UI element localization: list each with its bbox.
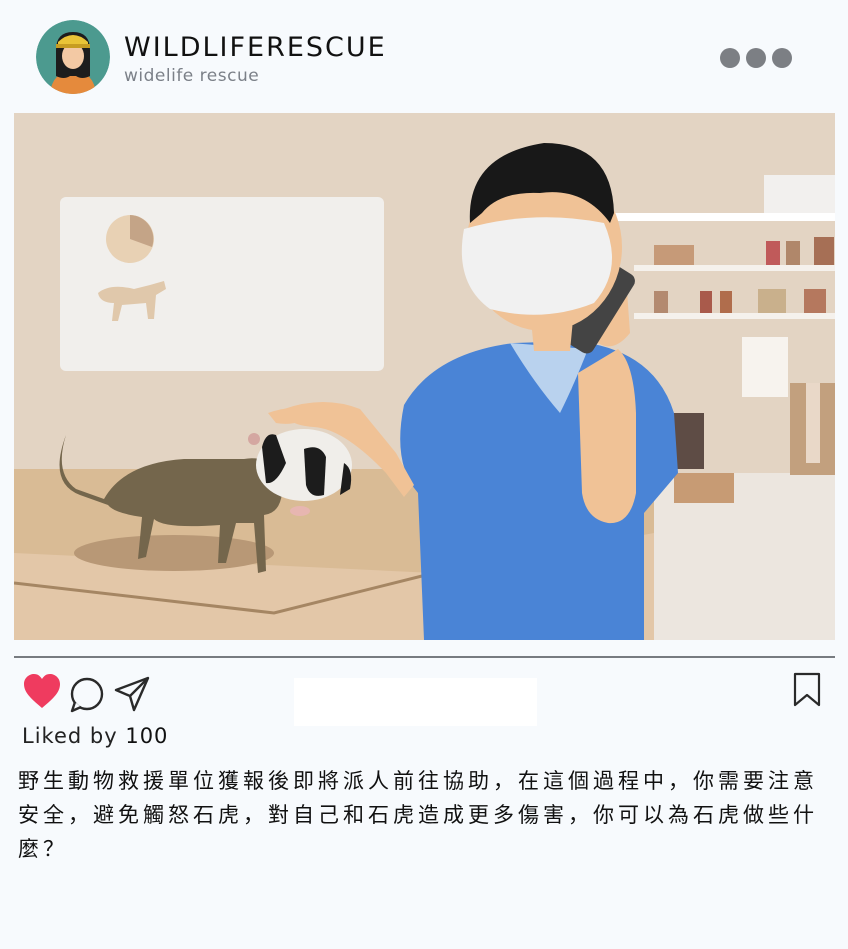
more-dots-icon[interactable] (720, 44, 800, 72)
avatar[interactable] (36, 20, 110, 94)
dot (772, 48, 792, 68)
placeholder-box (294, 678, 537, 726)
account-subtitle: widelife rescue (124, 66, 260, 86)
likes-prefix: Liked by (22, 724, 118, 748)
comment-bubble-icon[interactable] (68, 676, 106, 718)
dot (720, 48, 740, 68)
post-card: WILDLIFERESCUE widelife rescue Liked by … (0, 0, 848, 949)
dot (746, 48, 766, 68)
likes-count: 100 (125, 724, 169, 748)
post-caption: 野生動物救援單位獲報後即將派人前往協助，在這個過程中，你需要注意安全，避免觸怒石… (18, 769, 818, 861)
post-image[interactable] (14, 113, 835, 640)
avatar-illustration (36, 20, 110, 94)
paper-plane-icon[interactable] (112, 674, 152, 718)
username[interactable]: WILDLIFERESCUE (124, 32, 387, 63)
heart-icon[interactable] (22, 672, 62, 716)
bookmark-icon[interactable] (792, 672, 822, 712)
divider (14, 656, 835, 658)
likes-text[interactable]: Liked by 100 (22, 724, 168, 748)
vet-and-leopard-cat-illustration (14, 113, 835, 640)
